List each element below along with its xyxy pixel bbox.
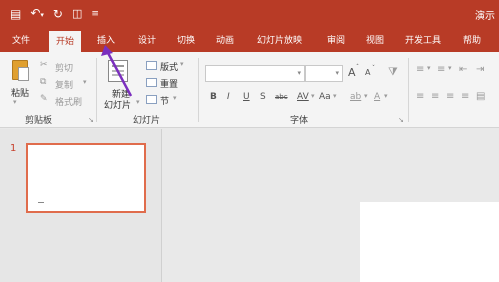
new-slide-chevron-icon[interactable]: ▾ (136, 98, 140, 106)
new-slide-icon[interactable] (108, 60, 128, 82)
document-title: 演示 (475, 11, 495, 22)
chevron-down-icon[interactable]: ▾ (335, 69, 339, 77)
clear-formatting-icon[interactable]: ⧩ (388, 65, 398, 79)
tab-slide-show[interactable]: 幻灯片放映 (257, 33, 302, 46)
tab-view[interactable]: 视图 (366, 33, 384, 46)
strikethrough-button[interactable]: abc (275, 93, 288, 101)
font-launcher-icon[interactable]: ↘ (398, 116, 404, 124)
tab-design[interactable]: 设计 (138, 33, 156, 46)
tab-developer[interactable]: 开发工具 (405, 33, 441, 46)
align-right-icon[interactable]: ≡ (446, 91, 454, 102)
grow-font-button[interactable]: A (348, 66, 356, 79)
slide-thumbnail[interactable] (26, 143, 146, 213)
group-divider (96, 58, 97, 122)
grow-font-icon: ˆ (356, 64, 359, 71)
slides-group-label: 幻灯片 (133, 116, 161, 126)
reset-icon (146, 78, 157, 87)
character-spacing-button[interactable]: AV (297, 92, 309, 102)
shrink-font-button[interactable]: A (365, 68, 370, 77)
copy-icon: ⧉ (40, 77, 47, 87)
tab-file[interactable]: 文件 (12, 33, 30, 46)
paste-dropdown-icon[interactable]: ▾ (13, 98, 17, 106)
align-left-icon[interactable]: ≡ (416, 91, 424, 102)
clipboard-launcher-icon[interactable]: ↘ (88, 116, 94, 124)
tab-help[interactable]: 帮助 (463, 33, 481, 46)
highlight-button[interactable]: ab (350, 92, 361, 102)
save-icon[interactable]: ▤ (10, 8, 21, 20)
format-painter-button[interactable]: 格式刷 (55, 95, 82, 108)
font-group-label: 字体 (290, 116, 309, 126)
quick-access-toolbar: ▤ ↶▾ ↻ ◫ ≡ (10, 7, 99, 21)
slide-canvas[interactable] (360, 202, 499, 282)
undo-icon[interactable]: ↶▾ (30, 7, 44, 21)
tab-home[interactable]: 开始 (49, 31, 82, 52)
change-case-button[interactable]: Aa (319, 92, 331, 102)
copy-button[interactable]: 复制 (55, 78, 73, 91)
new-slide-dropdown[interactable]: 幻灯片 (104, 98, 131, 111)
shrink-font-icon: ˇ (372, 65, 375, 72)
increase-indent-icon[interactable]: ⇥ (476, 64, 484, 75)
italic-button[interactable]: I (227, 92, 230, 102)
chevron-down-icon[interactable]: ▾ (297, 69, 301, 77)
ribbon-tabs: 文件 开始 插入 设计 切换 动画 幻灯片放映 审阅 视图 开发工具 帮助 (0, 28, 499, 52)
reset-button[interactable]: 重置 (160, 77, 178, 90)
clipboard-group-label: 剪贴板 (25, 116, 53, 126)
tab-insert[interactable]: 插入 (97, 33, 115, 46)
tab-review[interactable]: 审阅 (327, 33, 345, 46)
numbering-chevron-icon[interactable]: ▾ (448, 64, 452, 72)
spacing-chevron-icon[interactable]: ▾ (311, 92, 315, 100)
section-button[interactable]: 节 (160, 94, 169, 107)
justify-icon[interactable]: ≡ (461, 91, 469, 102)
underline-button[interactable]: U (243, 92, 250, 102)
font-name-combobox[interactable]: ▾ (205, 65, 305, 82)
bold-button[interactable]: B (210, 92, 217, 102)
layout-button[interactable]: 版式 (160, 60, 178, 73)
start-from-beginning-icon[interactable]: ◫ (72, 8, 82, 20)
group-divider (408, 58, 409, 122)
section-icon (146, 95, 157, 104)
layout-chevron-icon[interactable]: ▾ (180, 60, 184, 68)
group-divider (198, 58, 199, 122)
layout-icon (146, 61, 157, 70)
ribbon: 粘贴 ▾ ✂ 剪切 ⧉ 复制 ▾ ✎ 格式刷 剪贴板 ↘ 新建 幻灯片 ▾ 版式… (0, 52, 499, 128)
text-shadow-button[interactable]: S (260, 92, 266, 102)
font-color-button[interactable]: A (374, 92, 380, 102)
font-color-chevron-icon[interactable]: ▾ (384, 92, 388, 100)
section-chevron-icon[interactable]: ▾ (173, 94, 177, 102)
paste-icon[interactable] (12, 60, 29, 81)
case-chevron-icon[interactable]: ▾ (333, 92, 337, 100)
slide-number: 1 (10, 143, 17, 154)
tab-animations[interactable]: 动画 (216, 33, 234, 46)
format-painter-icon: ✎ (40, 94, 48, 104)
customize-qat-icon[interactable]: ≡ (91, 8, 99, 20)
numbering-icon[interactable]: ≡ (437, 64, 445, 75)
decrease-indent-icon[interactable]: ⇤ (459, 64, 467, 75)
cut-button[interactable]: 剪切 (55, 61, 73, 74)
distributed-icon[interactable]: ▤ (476, 91, 485, 102)
title-bar: ▤ ↶▾ ↻ ◫ ≡ 演示 (0, 0, 499, 28)
bullets-chevron-icon[interactable]: ▾ (427, 64, 431, 72)
bullets-icon[interactable]: ≡ (416, 64, 424, 75)
redo-icon[interactable]: ↻ (53, 8, 63, 20)
placeholder-mark (38, 202, 44, 203)
font-size-combobox[interactable]: ▾ (305, 65, 343, 82)
highlight-chevron-icon[interactable]: ▾ (364, 92, 368, 100)
copy-dropdown-icon[interactable]: ▾ (83, 78, 87, 86)
cut-icon: ✂ (40, 60, 48, 70)
tab-transitions[interactable]: 切换 (177, 33, 195, 46)
align-center-icon[interactable]: ≡ (431, 91, 439, 102)
